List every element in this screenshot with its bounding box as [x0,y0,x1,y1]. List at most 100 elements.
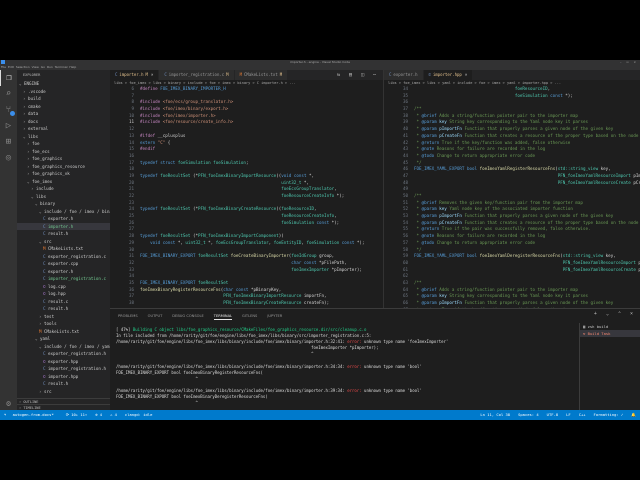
tree-item[interactable]: © log.cpp [17,283,110,291]
code-line: 46 FOE_IMEX_YAML_EXPORT bool foeImexYamlR… [384,166,640,173]
tree-item[interactable]: Cresult.h [17,230,110,238]
menu-item-run[interactable]: Run [47,65,53,69]
tree-item[interactable]: › foe_graphics_vk [17,170,110,178]
source-control-icon[interactable]: ⑂ [0,102,17,118]
menu-item-help[interactable]: Help [69,65,76,69]
terminal-instance[interactable]: ▣ zsh build [580,323,640,330]
line-number: 39 [402,119,408,125]
sync-status[interactable]: ⟳ 10↓ 11↑ [66,410,87,420]
tree-item[interactable]: © log.hpp [17,290,110,298]
line-ending[interactable]: LF [566,410,571,420]
gitlens-icon[interactable]: ◎ [0,150,17,166]
file-tree: › .vscode › build › cmake › data › docs › external ⌄… [17,88,110,396]
settings-gear-icon[interactable]: ⚙ [0,399,17,408]
editor-tab[interactable]: © importer.hpp × [423,70,474,80]
tree-item[interactable]: › data [17,110,110,118]
tree-item[interactable]: › tools [17,320,110,328]
tree-item[interactable]: › test [17,313,110,321]
menu-item-selection[interactable]: Selection [16,65,30,69]
tree-item[interactable]: › build [17,95,110,103]
close-icon[interactable]: × [465,72,467,77]
explorer-icon[interactable]: ❐ [0,70,17,86]
menu-item-file[interactable]: File [1,65,6,69]
tree-item[interactable]: Cexporter.cpp [17,260,110,268]
editor-tab[interactable]: Cimporter_registration.c M [159,70,235,80]
tree-item[interactable]: Cexporter.h [17,215,110,223]
panel-tab-problems[interactable]: PROBLEMS [118,309,138,323]
code-text: * @param key Yaml node key of the associ… [414,206,573,212]
tree-item[interactable]: › foe_graphics [17,155,110,163]
menu-item-go[interactable]: Go [41,65,45,69]
workspace-root[interactable]: ⌄ ENGINE [17,80,110,88]
tree-item[interactable]: › docs [17,118,110,126]
menu-item-terminal[interactable]: Terminal [55,65,68,69]
line-number: 35 [128,279,134,285]
tree-item[interactable]: M CMakeLists.txt [17,328,110,336]
menu-item-view[interactable]: View [32,65,39,69]
tree-item[interactable]: ⌄ foe_imex [17,178,110,186]
line-number: 37 [402,106,408,112]
code-line: 24 typedef foeResultSet (*PFN_foeImexBina… [110,206,383,213]
panel-tab-output[interactable]: OUTPUT [148,309,163,323]
code-editor-right[interactable]: 34 foeResourceID, 35 foeSimulation const … [384,86,640,308]
tree-item[interactable]: M CMakeLists.txt [17,245,110,253]
code-editor-left[interactable]: 6 #define FOE_IMEX_BINARY_IMPORTER_H 7 8 #in… [110,86,383,307]
tree-item[interactable]: © importer.hpp [17,373,110,381]
problems-errors[interactable]: ⊗ 4 [95,410,102,420]
language-mode[interactable]: C++ [579,410,586,420]
line-number: 33 [128,266,134,272]
c-file-icon: C [164,72,167,77]
tree-item[interactable]: © exporter.hpp [17,358,110,366]
problems-warnings[interactable]: ⚠ 4 [110,410,117,420]
panel-tab-terminal[interactable]: TERMINAL [213,309,233,320]
tree-item[interactable]: ⌄ src [17,238,110,246]
panel-tab-gitlens[interactable]: GITLENS [242,309,257,323]
modified-badge: M [226,72,229,77]
tree-item[interactable]: › cmake [17,103,110,111]
tree-item[interactable]: Cimporter_registration.c [17,275,110,283]
encoding[interactable]: UTF-8 [547,410,558,420]
editor-tab[interactable]: Cimporter.h M × [110,70,160,80]
panel-tab-jupyter[interactable]: JUPYTER [267,309,282,323]
extensions-icon[interactable]: ⊞ [0,134,17,150]
tree-item[interactable]: ⌄ libs [17,193,110,201]
tree-item[interactable]: ⌄ include / foe / imex / binary [17,208,110,216]
tree-item[interactable]: › foe [17,140,110,148]
bell-icon[interactable]: 🔔 [631,410,636,420]
editor-actions[interactable]: ⇆ ▤ ◫ ⋯ [337,70,379,80]
branch-status[interactable]: ⑂ autogen-from-docs* [4,410,58,420]
tree-item[interactable]: › include [17,185,110,193]
tree-item[interactable]: Cresult.h [17,380,110,388]
tree-item[interactable]: Cexporter_registration.h [17,350,110,358]
clangd-status[interactable]: clangd: idle [125,410,152,420]
tree-item[interactable]: ⌄ yaml [17,335,110,343]
close-icon[interactable]: × [151,72,153,77]
editor-tab[interactable]: M CMakeLists.txt M [234,70,289,80]
tree-item[interactable]: ⌄ binary [17,200,110,208]
tree-item[interactable]: Cresult.c [17,298,110,306]
tree-item[interactable]: › .vscode [17,88,110,96]
tree-item[interactable]: › foe_ecs [17,148,110,156]
terminal-output[interactable]: [ 47%] Building C object libs/foe_graphi… [116,327,578,409]
tree-item[interactable]: › foe_graphics_resource [17,163,110,171]
tree-item[interactable]: Cimporter.h [17,222,110,230]
formatting-status[interactable]: Formatting: ✓ [594,410,624,420]
tree-item[interactable]: Cexporter.h [17,268,110,276]
terminal-instance[interactable]: ⚒ Build Task [580,330,640,337]
modified-badge: M [145,72,148,77]
tree-item[interactable]: Cexporter_registration.c [17,253,110,261]
panel-actions[interactable]: + ⌄ ⌃ × [594,311,636,317]
tree-item[interactable]: Cimporter_registration.h [17,365,110,373]
indentation[interactable]: Spaces: 4 [518,410,539,420]
editor-tab[interactable]: Cexporter.h [384,70,424,80]
run-debug-icon[interactable]: ▷ [0,118,17,134]
tree-item[interactable]: › external [17,125,110,133]
tree-item[interactable]: › src [17,388,110,396]
menu-item-edit[interactable]: Edit [8,65,14,69]
tree-item[interactable]: ⌄ include / foe / imex / yaml [17,343,110,351]
search-icon[interactable]: ⌕ [0,86,17,102]
panel-tab-debug-console[interactable]: DEBUG CONSOLE [172,309,203,323]
tree-item[interactable]: Cresult.h [17,305,110,313]
cursor-position[interactable]: Ln 11, Col 38 [480,410,510,420]
tree-item[interactable]: ⌄ libs [17,133,110,141]
